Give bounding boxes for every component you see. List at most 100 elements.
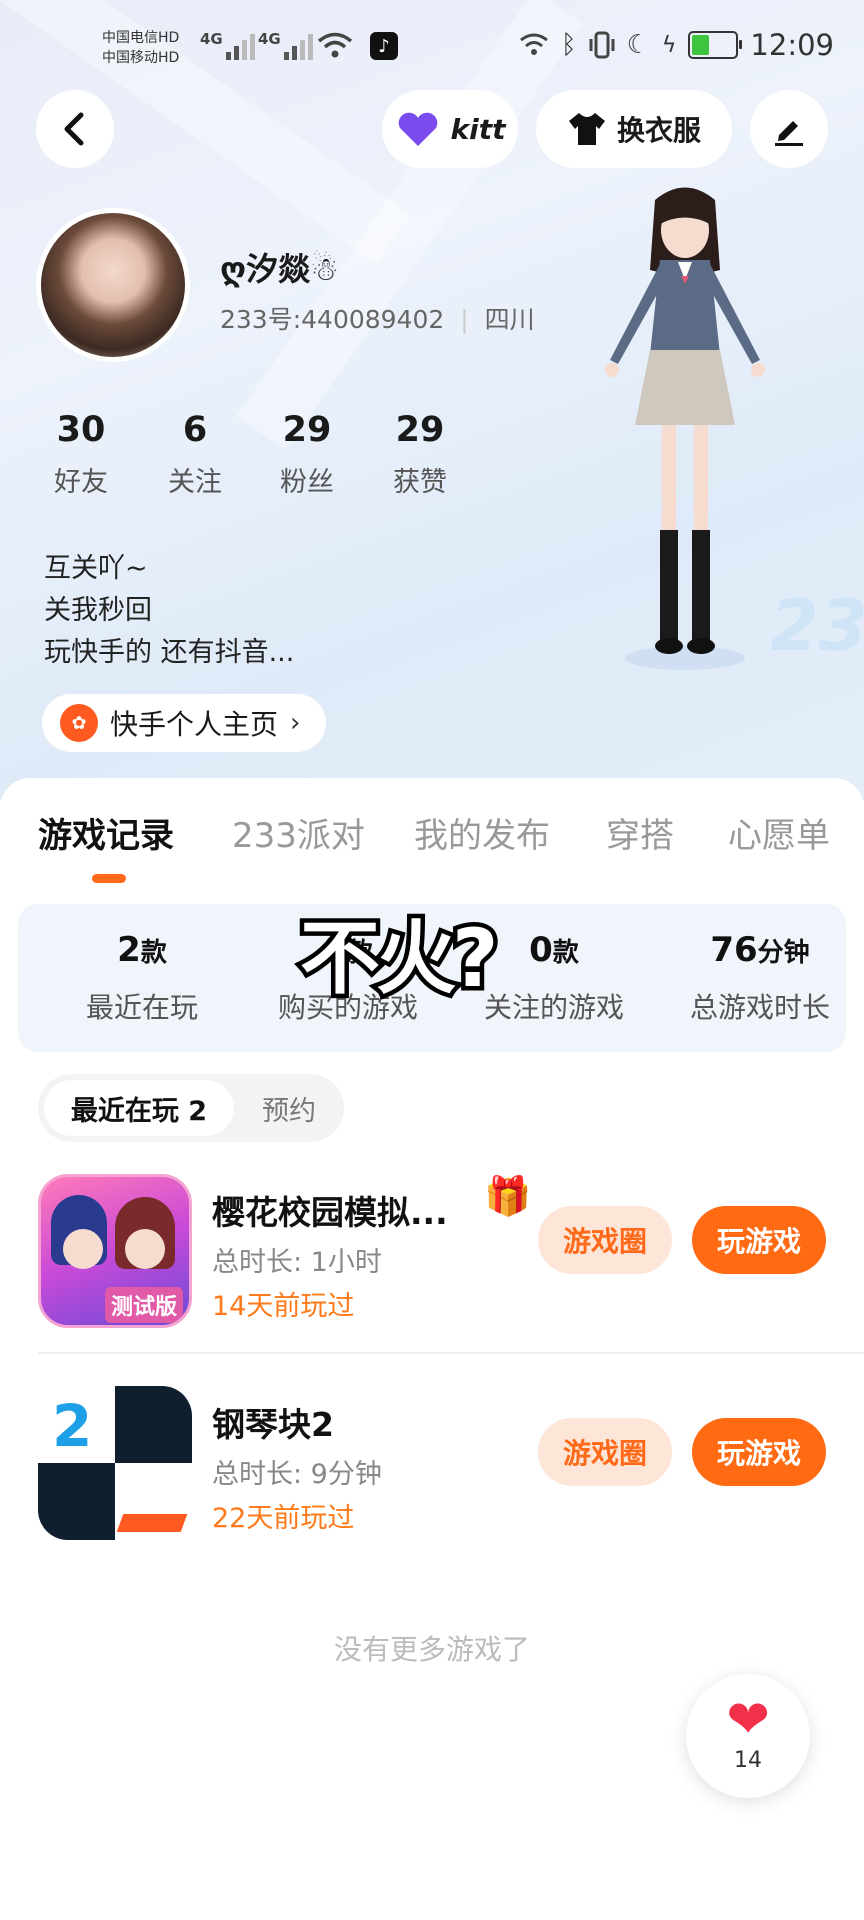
- wifi-icon: [317, 32, 353, 58]
- moon-icon: ☾: [626, 30, 650, 60]
- brand-233-badge: 233: [770, 585, 864, 667]
- network-type-2: 4G: [258, 30, 281, 48]
- summary-unit: 分钟: [757, 938, 810, 968]
- summary-label: 总游戏时长: [689, 991, 830, 1024]
- chevron-right-icon: ›: [290, 708, 301, 738]
- subtab-reserve[interactable]: 预约: [244, 1080, 334, 1136]
- subtab-switcher: 最近在玩 2 预约: [38, 1074, 344, 1142]
- tile-black: [115, 1386, 192, 1463]
- username: ღ汐燚☃: [220, 250, 339, 288]
- battery-icon: [688, 31, 743, 59]
- game-circle-button[interactable]: 游戏圈: [538, 1206, 672, 1274]
- kitt-label: kitt: [450, 112, 506, 146]
- change-clothes-button[interactable]: 换衣服: [536, 90, 732, 168]
- user-id: 233号:440089402: [220, 305, 445, 334]
- tab-indicator: [92, 874, 126, 883]
- signal-1-icon: [226, 30, 255, 60]
- wifi-off-icon: [520, 33, 548, 55]
- user-region: 四川: [484, 305, 535, 334]
- brand-logo: [116, 1514, 188, 1532]
- bio: 互关吖~ 关我秒回 玩快手的 还有抖音...: [44, 548, 294, 674]
- bio-line: 玩快手的 还有抖音...: [44, 637, 295, 668]
- carrier-2: 中国移动HD: [102, 50, 180, 66]
- status-bar: 中国电信HD 中国移动HD 4G 4G ♪ ᛒ ☾ ϟ 12:09: [0, 0, 864, 98]
- clock: 12:09: [750, 28, 834, 62]
- stat-following[interactable]: 6 关注: [145, 410, 245, 499]
- carrier-info: 中国电信HD 中国移动HD: [102, 28, 179, 68]
- network-type-1: 4G: [200, 30, 223, 48]
- like-count: 14: [734, 1748, 762, 1773]
- heart-kitt-icon: [398, 112, 437, 146]
- battery-fill: [692, 35, 709, 55]
- stat-label: 获赞: [393, 467, 447, 498]
- stat-value: 29: [395, 410, 445, 450]
- tile-black: [38, 1463, 115, 1540]
- tab-233-party[interactable]: 233派对: [232, 808, 365, 857]
- gift-icon[interactable]: 🎁: [484, 1174, 531, 1219]
- tshirt-icon: [568, 113, 605, 145]
- game-circle-button[interactable]: 游戏圈: [538, 1418, 672, 1486]
- stat-friends[interactable]: 30 好友: [31, 410, 131, 499]
- back-button[interactable]: [36, 90, 114, 168]
- tiktok-app-icon: ♪: [370, 32, 398, 60]
- stat-followers[interactable]: 29 粉丝: [257, 410, 357, 499]
- avatar[interactable]: [36, 208, 190, 362]
- pencil-icon: [775, 121, 803, 146]
- tab-bar: 游戏记录 233派对 我的发布 穿搭 心愿单: [0, 808, 864, 868]
- edit-button[interactable]: [750, 90, 828, 168]
- carrier-1: 中国电信HD: [102, 30, 180, 46]
- game-last-played: 22天前玩过: [212, 1503, 355, 1534]
- game-duration: 总时长: 1小时: [212, 1247, 382, 1278]
- test-version-badge: 测试版: [105, 1287, 184, 1323]
- game-row[interactable]: 测试版 樱花校园模拟... 🎁 总时长: 1小时 14天前玩过 游戏圈 玩游戏: [0, 1164, 864, 1334]
- summary-value: 76: [710, 930, 758, 970]
- summary-label: 最近在玩: [85, 991, 198, 1024]
- profile-header: 中国电信HD 中国移动HD 4G 4G ♪ ᛒ ☾ ϟ 12:09 kitt 换…: [0, 0, 864, 800]
- change-clothes-label: 换衣服: [616, 114, 701, 147]
- stat-likes[interactable]: 29 获赞: [370, 410, 470, 499]
- avatar-character[interactable]: [570, 180, 800, 680]
- kuaishou-icon: ✿: [60, 704, 98, 742]
- stat-value: 29: [282, 410, 332, 450]
- no-more-games-text: 没有更多游戏了: [333, 1633, 530, 1666]
- stat-value: 6: [182, 410, 208, 450]
- heart-icon: ❤: [726, 1690, 770, 1750]
- video-caption-overlay: 不火?: [295, 908, 502, 1010]
- back-arrow-icon: [64, 112, 84, 146]
- summary-value: 2: [117, 930, 141, 970]
- version-number-badge: 2: [52, 1392, 93, 1460]
- summary-recent[interactable]: 2款 最近在玩: [42, 930, 242, 1026]
- game-title: 钢琴块2: [212, 1405, 334, 1444]
- play-game-button[interactable]: 玩游戏: [692, 1418, 826, 1486]
- bio-line: 关我秒回: [44, 595, 152, 626]
- summary-value: 0: [529, 930, 553, 970]
- game-icon-piano-tiles: 2: [38, 1386, 192, 1540]
- kitt-button[interactable]: kitt: [382, 90, 518, 168]
- stat-label: 粉丝: [280, 467, 334, 498]
- tab-game-records[interactable]: 游戏记录: [38, 808, 174, 857]
- stat-label: 关注: [168, 467, 222, 498]
- tab-outfits[interactable]: 穿搭: [606, 808, 674, 857]
- status-icons: ᛒ ☾ ϟ 12:09: [519, 28, 834, 62]
- charging-icon: ϟ: [661, 32, 677, 58]
- vibrate-icon: [589, 31, 615, 59]
- divider: [38, 1352, 864, 1354]
- subtab-recent[interactable]: 最近在玩 2: [44, 1080, 234, 1136]
- game-last-played: 14天前玩过: [212, 1291, 355, 1322]
- game-row[interactable]: 2 钢琴块2 总时长: 9分钟 22天前玩过 游戏圈 玩游戏: [0, 1376, 864, 1546]
- stat-value: 30: [56, 410, 106, 450]
- summary-playtime[interactable]: 76分钟 总游戏时长: [660, 930, 860, 1026]
- like-button[interactable]: ❤ 14: [686, 1674, 810, 1798]
- tab-my-posts[interactable]: 我的发布: [414, 808, 550, 857]
- bio-line: 互关吖~: [44, 553, 148, 584]
- play-game-button[interactable]: 玩游戏: [692, 1206, 826, 1274]
- summary-unit: 款: [552, 938, 579, 968]
- summary-unit: 款: [140, 938, 167, 968]
- user-id-line: 233号:440089402 | 四川: [220, 305, 535, 334]
- bluetooth-icon: ᛒ: [560, 30, 577, 60]
- tab-wishlist[interactable]: 心愿单: [728, 808, 830, 857]
- game-duration: 总时长: 9分钟: [212, 1459, 382, 1490]
- kuaishou-profile-link[interactable]: ✿ 快手个人主页 ›: [42, 694, 327, 752]
- stat-label: 好友: [54, 467, 108, 498]
- signal-2-icon: [284, 30, 313, 60]
